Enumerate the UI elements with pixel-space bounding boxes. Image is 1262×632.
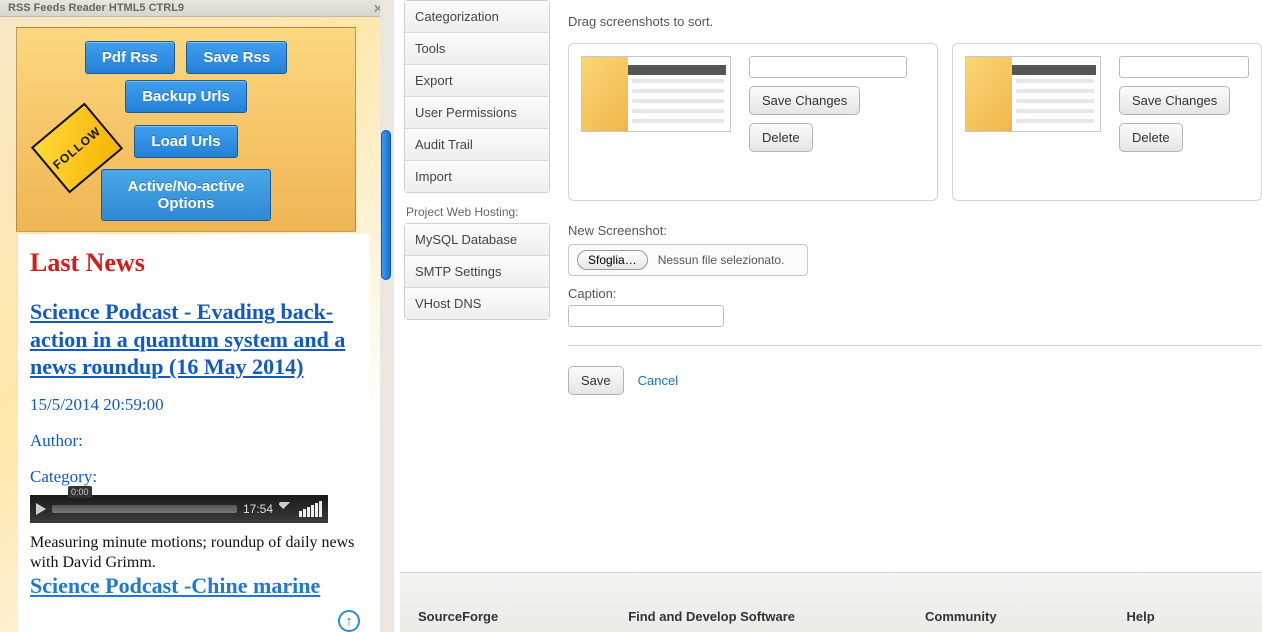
rss-sidebar-panel: RSS Feeds Reader HTML5 CTRL9 × Pdf Rss S…	[0, 0, 390, 632]
hosting-label: Project Web Hosting:	[404, 205, 550, 223]
scrollbar-thumb[interactable]	[381, 130, 391, 280]
next-article-link[interactable]: Science Podcast -Chine marine	[30, 573, 320, 598]
caption-input[interactable]	[568, 305, 724, 327]
screenshot-caption-input[interactable]	[749, 56, 907, 78]
news-heading: Last News	[30, 248, 362, 278]
screenshots-row: Save Changes Delete Save Changes Delete	[568, 43, 1262, 201]
save-button[interactable]: Save	[568, 366, 624, 395]
nav-vhost[interactable]: VHost DNS	[405, 288, 549, 319]
footer-sourceforge[interactable]: SourceForge	[418, 609, 498, 624]
play-icon[interactable]	[36, 503, 46, 515]
new-screenshot-label: New Screenshot:	[568, 223, 1262, 238]
browse-button[interactable]: Sfoglia…	[577, 250, 648, 270]
active-options-button[interactable]: Active/No-active Options	[101, 169, 271, 221]
volume-icon[interactable]	[279, 502, 293, 516]
news-panel: Last News Science Podcast - Evading back…	[18, 234, 370, 632]
screenshot-thumb[interactable]	[965, 56, 1101, 132]
article-date: 15/5/2014 20:59:00	[30, 395, 362, 415]
category-label: Category:	[30, 467, 362, 487]
panel-scrollbar[interactable]	[380, 0, 394, 632]
panel-title-text: RSS Feeds Reader HTML5 CTRL9	[8, 0, 184, 16]
nav-user-permissions[interactable]: User Permissions	[405, 97, 549, 129]
delete-button[interactable]: Delete	[749, 123, 813, 152]
save-rss-button[interactable]: Save Rss	[186, 41, 287, 74]
panel-titlebar: RSS Feeds Reader HTML5 CTRL9 ×	[0, 0, 390, 17]
volume-bars[interactable]	[299, 501, 322, 517]
nav-group-1: Categorization Tools Export User Permiss…	[404, 0, 550, 193]
article-title-link[interactable]: Science Podcast - Evading back-action in…	[30, 299, 345, 379]
divider	[568, 345, 1262, 346]
load-urls-button[interactable]: Load Urls	[134, 125, 237, 158]
delete-button[interactable]: Delete	[1119, 123, 1183, 152]
screenshot-thumb[interactable]	[581, 56, 731, 132]
nav-categorization[interactable]: Categorization	[405, 1, 549, 33]
form-actions: Save Cancel	[568, 366, 1262, 395]
cancel-link[interactable]: Cancel	[638, 373, 678, 388]
nav-export[interactable]: Export	[405, 65, 549, 97]
screenshot-caption-input[interactable]	[1119, 56, 1249, 78]
footer-nav: SourceForge Find and Develop Software Co…	[400, 572, 1262, 632]
nav-import[interactable]: Import	[405, 161, 549, 192]
main-content: Drag screenshots to sort. Save Changes D…	[560, 0, 1262, 632]
footer-help[interactable]: Help	[1127, 609, 1155, 624]
file-picker[interactable]: Sfoglia… Nessun file selezionato.	[568, 244, 808, 276]
footer-find-develop[interactable]: Find and Develop Software	[628, 609, 795, 624]
screenshot-card[interactable]: Save Changes Delete	[568, 43, 938, 201]
scroll-up-icon[interactable]: ↑	[338, 610, 360, 632]
nav-audit-trail[interactable]: Audit Trail	[405, 129, 549, 161]
caption-label: Caption:	[568, 286, 1262, 301]
nav-smtp[interactable]: SMTP Settings	[405, 256, 549, 288]
save-changes-button[interactable]: Save Changes	[749, 86, 860, 115]
nav-group-2: MySQL Database SMTP Settings VHost DNS	[404, 223, 550, 320]
pdf-rss-button[interactable]: Pdf Rss	[85, 41, 175, 74]
author-label: Author:	[30, 431, 362, 451]
audio-position: 0:00	[68, 486, 92, 498]
file-status: Nessun file selezionato.	[658, 253, 785, 267]
audio-player[interactable]: 0:00 17:54	[30, 495, 328, 523]
article-summary: Measuring minute motions; roundup of dai…	[30, 533, 362, 573]
nav-mysql[interactable]: MySQL Database	[405, 224, 549, 256]
footer-community[interactable]: Community	[925, 609, 997, 624]
audio-duration: 17:54	[243, 502, 273, 516]
screenshot-card[interactable]: Save Changes Delete	[952, 43, 1262, 201]
nav-tools[interactable]: Tools	[405, 33, 549, 65]
audio-progress-track[interactable]	[52, 505, 237, 513]
backup-urls-button[interactable]: Backup Urls	[125, 80, 247, 113]
sort-instruction: Drag screenshots to sort.	[568, 14, 1262, 29]
save-changes-button[interactable]: Save Changes	[1119, 86, 1230, 115]
admin-nav: Categorization Tools Export User Permiss…	[404, 0, 550, 632]
